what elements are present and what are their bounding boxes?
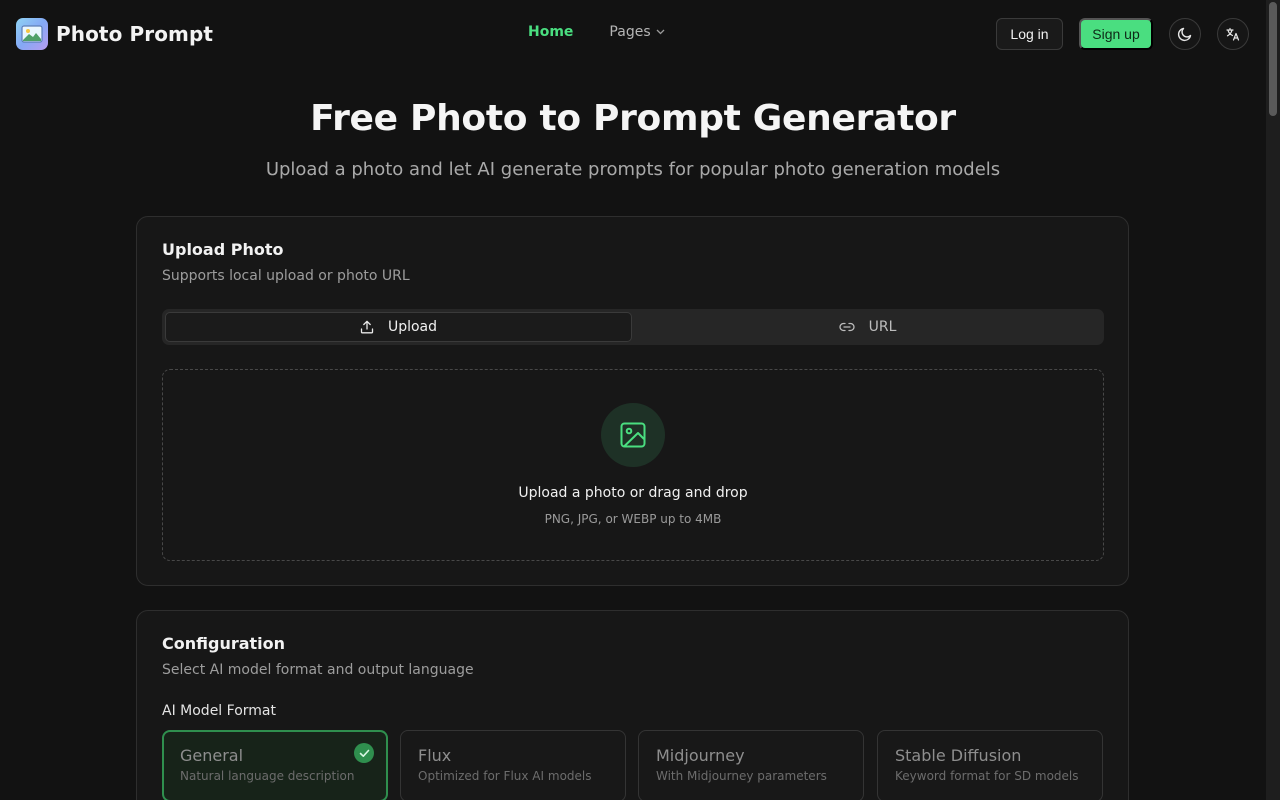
upload-card-title: Upload Photo — [162, 240, 284, 259]
tab-upload[interactable]: Upload — [165, 312, 632, 342]
model-option-midjourney[interactable]: Midjourney With Midjourney parameters — [638, 730, 864, 800]
tab-url-label: URL — [868, 319, 897, 335]
image-icon — [620, 422, 646, 448]
check-icon — [354, 743, 374, 763]
model-option-description: Keyword format for SD models — [895, 769, 1079, 783]
model-option-description: With Midjourney parameters — [656, 769, 827, 783]
config-card-description: Select AI model format and output langua… — [162, 662, 474, 678]
brand-logo[interactable]: Photo Prompt — [16, 18, 213, 50]
dropzone-title: Upload a photo or drag and drop — [518, 485, 748, 501]
translate-icon — [1226, 27, 1240, 41]
tab-upload-label: Upload — [387, 319, 438, 335]
scrollbar-thumb[interactable] — [1269, 2, 1277, 116]
page-subtitle: Upload a photo and let AI generate promp… — [265, 159, 1001, 180]
dropzone-hint: PNG, JPG, or WEBP up to 4MB — [544, 512, 722, 526]
model-option-stable-diffusion[interactable]: Stable Diffusion Keyword format for SD m… — [877, 730, 1103, 800]
model-option-name: Midjourney — [656, 746, 745, 765]
nav-home-link[interactable]: Home — [528, 24, 573, 40]
configuration-card: Configuration Select AI model format and… — [136, 610, 1129, 800]
nav-pages-dropdown[interactable]: Pages — [609, 24, 665, 40]
login-button[interactable]: Log in — [996, 18, 1063, 50]
model-option-name: General — [180, 746, 244, 765]
page-title: Free Photo to Prompt Generator — [310, 98, 956, 139]
model-option-description: Natural language description — [180, 769, 355, 783]
signup-button[interactable]: Sign up — [1079, 18, 1153, 50]
config-card-title: Configuration — [162, 634, 286, 653]
model-option-name: Stable Diffusion — [895, 746, 1022, 765]
model-option-flux[interactable]: Flux Optimized for Flux AI models — [400, 730, 626, 800]
language-button[interactable] — [1217, 18, 1249, 50]
moon-icon — [1177, 27, 1192, 42]
top-navbar: Photo Prompt Home Pages Log in Sign up — [0, 0, 1266, 68]
link-icon — [838, 322, 855, 332]
brand-name: Photo Prompt — [56, 22, 214, 46]
model-format-label: AI Model Format — [162, 703, 276, 719]
upload-source-tabs: Upload URL — [162, 309, 1104, 345]
dropzone-icon-circle — [601, 403, 665, 467]
model-option-general[interactable]: General Natural language description — [162, 730, 388, 800]
nav-pages-label: Pages — [609, 24, 651, 40]
chevron-down-icon — [656, 29, 665, 35]
page-scrollbar[interactable] — [1266, 0, 1280, 800]
main-nav: Home Pages — [528, 24, 665, 40]
upload-card-description: Supports local upload or photo URL — [162, 268, 410, 284]
model-option-name: Flux — [418, 746, 452, 765]
model-option-description: Optimized for Flux AI models — [418, 769, 592, 783]
upload-photo-card: Upload Photo Supports local upload or ph… — [136, 216, 1129, 586]
photo-dropzone[interactable]: Upload a photo or drag and drop PNG, JPG… — [162, 369, 1104, 561]
upload-icon — [360, 320, 374, 334]
tab-url[interactable]: URL — [634, 312, 1101, 342]
photo-logo-icon — [16, 18, 48, 50]
theme-toggle-button[interactable] — [1169, 18, 1201, 50]
